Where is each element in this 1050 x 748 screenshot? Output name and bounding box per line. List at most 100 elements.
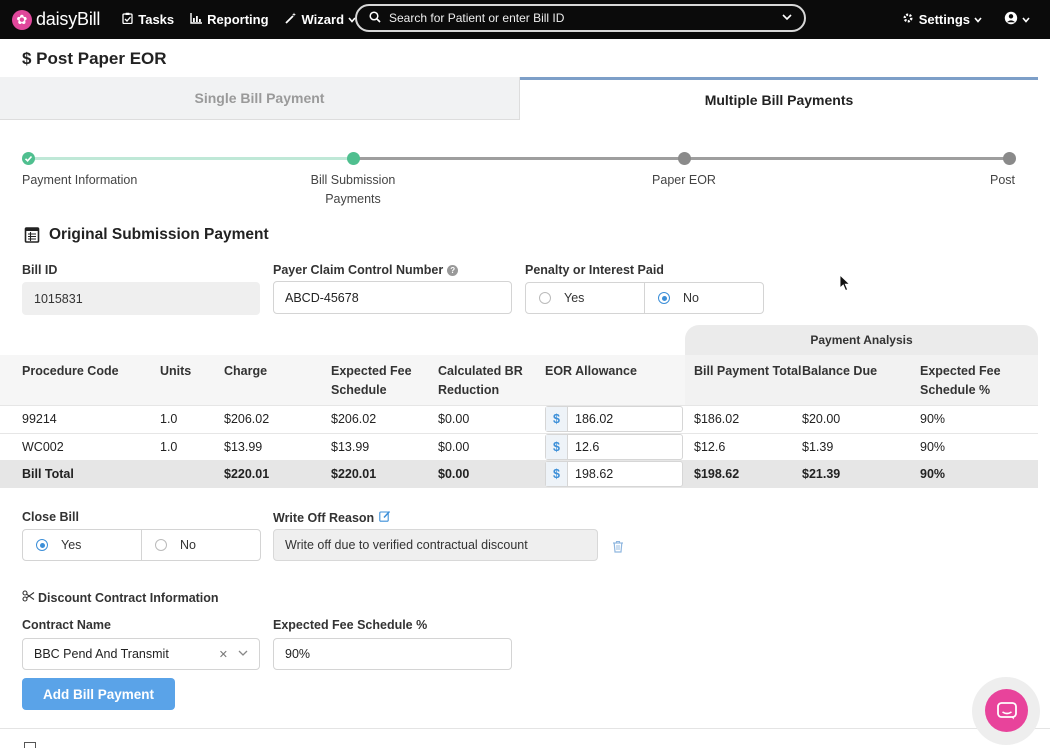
payment-tabs: Single Bill Payment Multiple Bill Paymen… <box>0 77 1038 120</box>
nav-reporting-label: Reporting <box>207 12 269 27</box>
bill-total-label: Bill Total <box>22 467 74 481</box>
section-title-original-submission: Original Submission Payment <box>24 226 269 244</box>
table-divider <box>0 405 1038 406</box>
cell-bill-payment-total: $12.6 <box>694 440 726 454</box>
penalty-radio-group: Yes No <box>525 282 764 314</box>
total-efs-pct: 90% <box>920 467 946 481</box>
stepper-line-complete <box>28 157 353 160</box>
nav-wizard-label: Wizard <box>301 12 345 27</box>
table-divider <box>0 433 1038 434</box>
chevron-down-icon <box>974 15 982 25</box>
eor-allowance-value[interactable]: 12.6 <box>568 440 599 454</box>
bar-chart-icon <box>190 12 203 27</box>
tab-single-bill-payment[interactable]: Single Bill Payment <box>0 77 520 120</box>
cell-units: 1.0 <box>160 412 178 426</box>
add-bill-payment-button[interactable]: Add Bill Payment <box>22 678 175 710</box>
write-off-reason-label: Write Off Reason <box>273 510 391 525</box>
write-off-reason-field[interactable]: Write off due to verified contractual di… <box>273 529 598 561</box>
close-bill-radio-group: Yes No <box>22 529 261 561</box>
col-calculated-br-reduction: Calculated BR Reduction <box>438 364 523 397</box>
section-divider <box>0 728 1050 729</box>
close-bill-option-no[interactable]: No <box>141 530 260 560</box>
ledger-icon <box>24 227 40 243</box>
cell-procedure-code: 99214 <box>22 412 57 426</box>
step-dot-post <box>1003 152 1016 165</box>
total-charge: $220.01 <box>224 467 270 481</box>
pccn-label-text: Payer Claim Control Number <box>273 263 444 277</box>
col-charge: Charge <box>224 364 268 378</box>
trash-icon[interactable] <box>612 540 624 553</box>
search-input-placeholder[interactable]: Search for Patient or enter Bill ID <box>389 11 782 25</box>
step-label-paper-eor[interactable]: Paper EOR <box>634 171 734 190</box>
write-off-reason-label-text: Write Off Reason <box>273 510 375 525</box>
efs-pct-input[interactable]: 90% <box>273 638 512 670</box>
nav-reporting[interactable]: Reporting <box>190 12 269 27</box>
cell-efs-pct: 90% <box>920 440 946 454</box>
gear-icon <box>902 12 914 27</box>
question-circle-icon[interactable]: ? <box>447 264 459 276</box>
section-title-text: Original Submission Payment <box>49 226 269 243</box>
contract-name-select[interactable]: BBC Pend And Transmit ✕ <box>22 638 260 670</box>
app-root: ✿ daisyBill Tasks Reporting Wizard Searc… <box>0 0 1050 748</box>
col-expected-fee-schedule-pct: Expected Fee Schedule % <box>920 364 1001 397</box>
scissors-icon <box>22 590 35 605</box>
check-icon <box>24 155 33 162</box>
cell-balance-due: $1.39 <box>802 440 834 454</box>
step-dot-payment-information <box>22 152 35 165</box>
col-balance-due: Balance Due <box>802 364 878 378</box>
step-dot-bill-submission <box>347 152 360 165</box>
total-eor-allowance-value[interactable]: 198.62 <box>568 467 613 481</box>
nav-wizard[interactable]: Wizard <box>284 12 357 27</box>
penalty-option-yes[interactable]: Yes <box>526 283 644 313</box>
total-eor-allowance-input[interactable]: $ 198.62 <box>545 461 683 487</box>
close-bill-option-yes-label: Yes <box>61 538 82 552</box>
user-circle-icon <box>1004 11 1018 28</box>
cell-expected-fee-schedule: $13.99 <box>331 440 370 454</box>
edit-icon[interactable] <box>379 510 391 525</box>
nav-settings[interactable]: Settings <box>902 12 982 27</box>
step-label-post[interactable]: Post <box>975 171 1015 190</box>
chevron-down-icon[interactable] <box>782 13 792 24</box>
penalty-label: Penalty or Interest Paid <box>525 263 664 277</box>
discount-contract-title-text: Discount Contract Information <box>38 590 219 605</box>
step-label-bill-submission[interactable]: Bill Submission Payments <box>303 171 403 209</box>
total-balance-due: $21.39 <box>802 467 841 481</box>
nav-tasks-label: Tasks <box>138 12 175 27</box>
eor-allowance-input[interactable]: $ 186.02 <box>545 406 683 432</box>
penalty-option-no[interactable]: No <box>644 283 763 313</box>
bill-id-label: Bill ID <box>22 263 58 277</box>
cell-efs-pct: 90% <box>920 412 946 426</box>
nav-user-menu[interactable] <box>1004 11 1030 28</box>
chevron-down-icon[interactable] <box>238 649 248 660</box>
nav-right-group: Settings <box>880 0 1030 39</box>
cell-charge: $13.99 <box>224 440 263 454</box>
dollar-sign-icon: $ <box>546 407 568 431</box>
step-label-payment-information[interactable]: Payment Information <box>22 171 137 190</box>
patient-search-box[interactable]: Search for Patient or enter Bill ID <box>355 4 806 32</box>
col-bill-payment-total: Bill Payment Total <box>694 364 802 378</box>
nav-settings-label: Settings <box>918 12 970 27</box>
step-dot-paper-eor <box>678 152 691 165</box>
eor-allowance-value[interactable]: 186.02 <box>568 412 613 426</box>
next-section-icon <box>24 742 36 748</box>
radio-unchecked-icon <box>539 292 551 304</box>
close-bill-option-yes[interactable]: Yes <box>23 530 141 560</box>
col-units: Units <box>160 364 192 378</box>
dollar-sign-icon: $ <box>546 435 568 459</box>
top-navbar: ✿ daisyBill Tasks Reporting Wizard Searc… <box>0 0 1050 39</box>
dollar-sign-icon: $ <box>546 462 568 486</box>
cell-bill-payment-total: $186.02 <box>694 412 740 426</box>
cell-units: 1.0 <box>160 440 178 454</box>
nav-tasks[interactable]: Tasks <box>122 12 174 27</box>
mouse-cursor-icon <box>839 274 851 292</box>
col-expected-fee-schedule: Expected Fee Schedule <box>331 364 412 397</box>
chat-launcher-button[interactable] <box>985 689 1028 732</box>
pccn-input[interactable]: ABCD-45678 <box>273 281 512 314</box>
total-expected-fee-schedule: $220.01 <box>331 467 377 481</box>
total-br-reduction: $0.00 <box>438 467 470 481</box>
eor-allowance-input[interactable]: $ 12.6 <box>545 434 683 460</box>
clear-icon[interactable]: ✕ <box>219 648 228 661</box>
tab-multiple-bill-payments[interactable]: Multiple Bill Payments <box>520 77 1038 120</box>
logo[interactable]: ✿ daisyBill <box>12 9 100 30</box>
radio-unchecked-icon <box>155 539 167 551</box>
